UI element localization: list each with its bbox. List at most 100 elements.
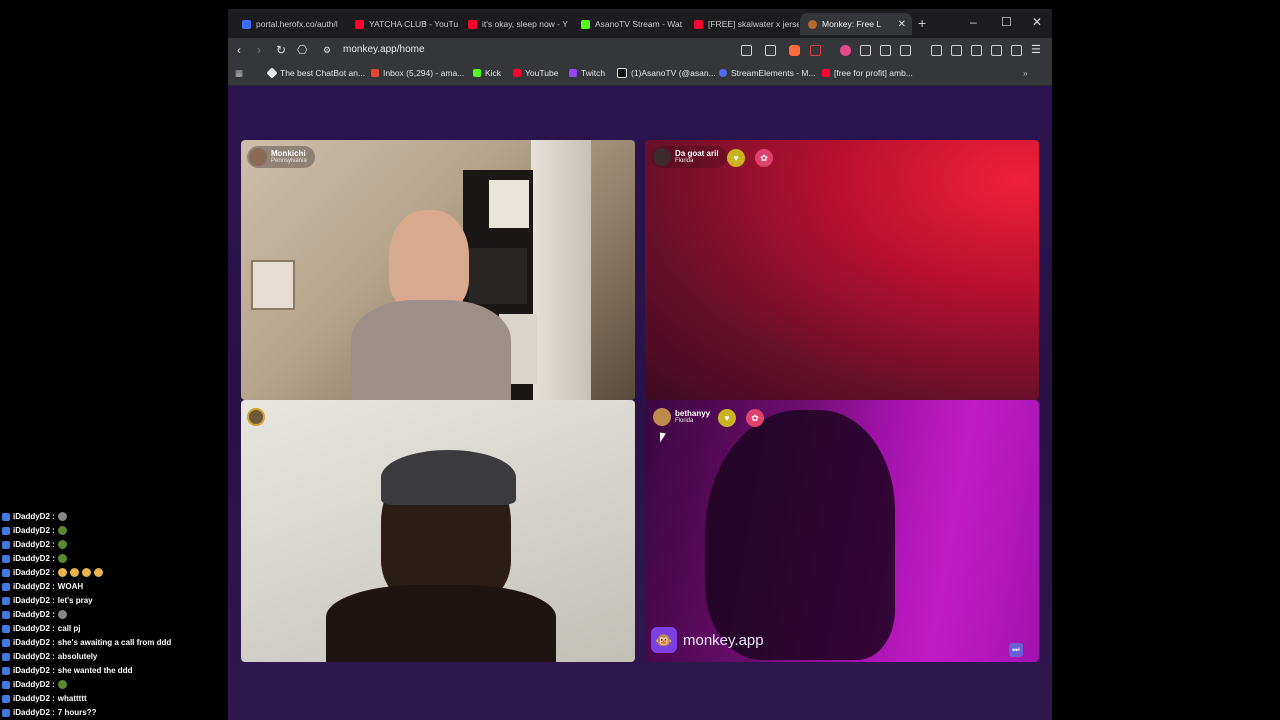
user-name: Monkichi: [271, 149, 306, 158]
background-poster: [489, 180, 529, 228]
chat-badge-icon: [2, 624, 10, 633]
bookmark-free-for-profit[interactable]: [free for profit] amb...: [822, 68, 913, 78]
gmail-icon: [371, 69, 379, 77]
new-tab-button[interactable]: +: [918, 16, 926, 30]
chat-badge-icon: [2, 610, 10, 619]
chat-badge-icon: [2, 512, 10, 521]
gift-icon[interactable]: ✿: [755, 149, 773, 167]
chat-user: iDaddyD2 :: [13, 512, 55, 521]
heart-icon[interactable]: ♥: [718, 409, 736, 427]
chat-user: iDaddyD2 :: [13, 540, 55, 549]
more-bookmarks-icon[interactable]: »: [1023, 68, 1028, 78]
tab-4[interactable]: AsanoTV Stream - Wat: [573, 13, 686, 35]
maximize-icon[interactable]: ☐: [1001, 16, 1012, 28]
user-badge[interactable]: [247, 406, 265, 428]
kick-icon: [581, 19, 590, 29]
browser-window: portal.herofx.co/auth/l YATCHA CLUB - Yo…: [228, 9, 1052, 720]
tab-2[interactable]: YATCHA CLUB - YouTu: [347, 13, 460, 35]
user-location: Florida: [675, 418, 694, 424]
chat-text: WOAH: [57, 582, 84, 591]
tab-5[interactable]: [FREE] skaiwater x jerse: [686, 13, 799, 35]
chat-badge-icon: [2, 652, 10, 661]
chat-message: iDaddyD2 : absolutely: [2, 652, 97, 661]
user-badge[interactable]: bethanyy Florida: [651, 406, 718, 428]
video-tile-da-goat-aril: Da goat aril Florida ♥ ✿: [645, 140, 1039, 400]
bookmark-label: The best ChatBot an...: [280, 68, 366, 78]
close-window-icon[interactable]: ✕: [1032, 16, 1042, 28]
chat-badge-icon: [2, 638, 10, 647]
chat-message: iDaddyD2 :: [2, 512, 67, 521]
streamelements-icon: [719, 69, 727, 77]
avatar: [249, 148, 267, 166]
chat-user: iDaddyD2 :: [13, 596, 55, 605]
chat-message: iDaddyD2 : she's awaiting a call from ddd: [2, 638, 171, 647]
chat-message: iDaddyD2 :: [2, 540, 67, 549]
chat-text: she wanted the ddd: [57, 666, 133, 675]
tab-3[interactable]: it's okay, sleep now - Y: [460, 13, 573, 35]
chat-message: iDaddyD2 :: [2, 610, 67, 619]
bookmark-streamelements[interactable]: StreamElements - M...: [719, 68, 816, 78]
puzzle-icon[interactable]: [880, 45, 891, 56]
reload-icon[interactable]: ↻: [276, 42, 286, 58]
bookmark-chatbot[interactable]: The best ChatBot an...: [266, 67, 366, 79]
rose-emote-icon: [57, 540, 67, 549]
user-badge[interactable]: Monkichi Pennsylvania: [247, 146, 315, 168]
chat-user: iDaddyD2 :: [13, 680, 55, 689]
tab-6-active[interactable]: Monkey: Free L ✕: [800, 13, 912, 35]
music-icon[interactable]: [931, 45, 942, 56]
brave-rewards-icon[interactable]: [810, 45, 821, 56]
video-tile-monkichi: Monkichi Pennsylvania: [241, 140, 635, 400]
close-icon[interactable]: ✕: [898, 19, 906, 30]
person-cap: [381, 450, 516, 505]
kick-icon: [473, 69, 481, 77]
menu-icon[interactable]: ☰: [1031, 42, 1041, 58]
chat-badge-icon: [2, 526, 10, 535]
wallet-icon[interactable]: [971, 45, 982, 56]
bookmark-twitch[interactable]: Twitch: [569, 68, 605, 78]
background-door: [531, 140, 591, 400]
person-body: [351, 300, 511, 400]
background-frame: [251, 260, 295, 310]
skip-next-button[interactable]: ⏭: [1009, 643, 1023, 657]
site-info-icon[interactable]: ⚙: [323, 42, 331, 58]
tab-1[interactable]: portal.herofx.co/auth/l: [234, 13, 347, 35]
brave-shield-icon[interactable]: [789, 45, 800, 56]
tab-title: [FREE] skaiwater x jerse: [708, 19, 799, 29]
leo-icon[interactable]: [991, 45, 1002, 56]
face-emote-icon: [69, 568, 79, 577]
sidebar-icon[interactable]: [951, 45, 962, 56]
video-tile-bethanyy: bethanyy Florida ♥ ✿: [645, 400, 1039, 662]
cast-icon[interactable]: [741, 45, 752, 56]
url-text[interactable]: monkey.app/home: [343, 44, 425, 55]
d-extension-icon[interactable]: [860, 45, 871, 56]
minimize-icon[interactable]: –: [970, 16, 977, 28]
rose-emote-icon: [57, 554, 67, 563]
bookmark-icon[interactable]: ⎔: [297, 42, 307, 58]
tiktok-icon: [617, 68, 627, 78]
bookmark-youtube[interactable]: YouTube: [513, 68, 558, 78]
chat-user: iDaddyD2 :: [13, 582, 55, 591]
back-icon[interactable]: ‹: [237, 42, 241, 58]
bookmark-inbox[interactable]: Inbox (5,294) - ama...: [371, 68, 464, 78]
chat-user: iDaddyD2 :: [13, 666, 55, 675]
vpn-icon[interactable]: [1011, 45, 1022, 56]
extension-icon[interactable]: [840, 45, 851, 56]
share-icon[interactable]: [765, 45, 776, 56]
tab-title: it's okay, sleep now - Y: [482, 19, 568, 29]
monkey-logo-icon: 🐵: [651, 627, 677, 653]
bookmark-tiktok[interactable]: (1)AsanoTV (@asan...: [617, 68, 716, 78]
screenshot-icon[interactable]: [900, 45, 911, 56]
monkey-icon: [808, 19, 817, 29]
user-location: Florida: [675, 158, 694, 164]
chat-message: iDaddyD2 :7 hours??: [2, 708, 96, 717]
apps-icon[interactable]: ▦: [235, 68, 243, 79]
heart-icon[interactable]: ♥: [727, 149, 745, 167]
user-badge[interactable]: Da goat aril Florida: [651, 146, 727, 168]
chat-badge-icon: [2, 708, 10, 717]
forward-icon[interactable]: ›: [257, 42, 261, 58]
chat-badge-icon: [2, 694, 10, 703]
bookmark-kick[interactable]: Kick: [473, 68, 501, 78]
user-name: bethanyy: [675, 409, 711, 418]
gift-icon[interactable]: ✿: [746, 409, 764, 427]
face-emote-icon: [81, 568, 91, 577]
